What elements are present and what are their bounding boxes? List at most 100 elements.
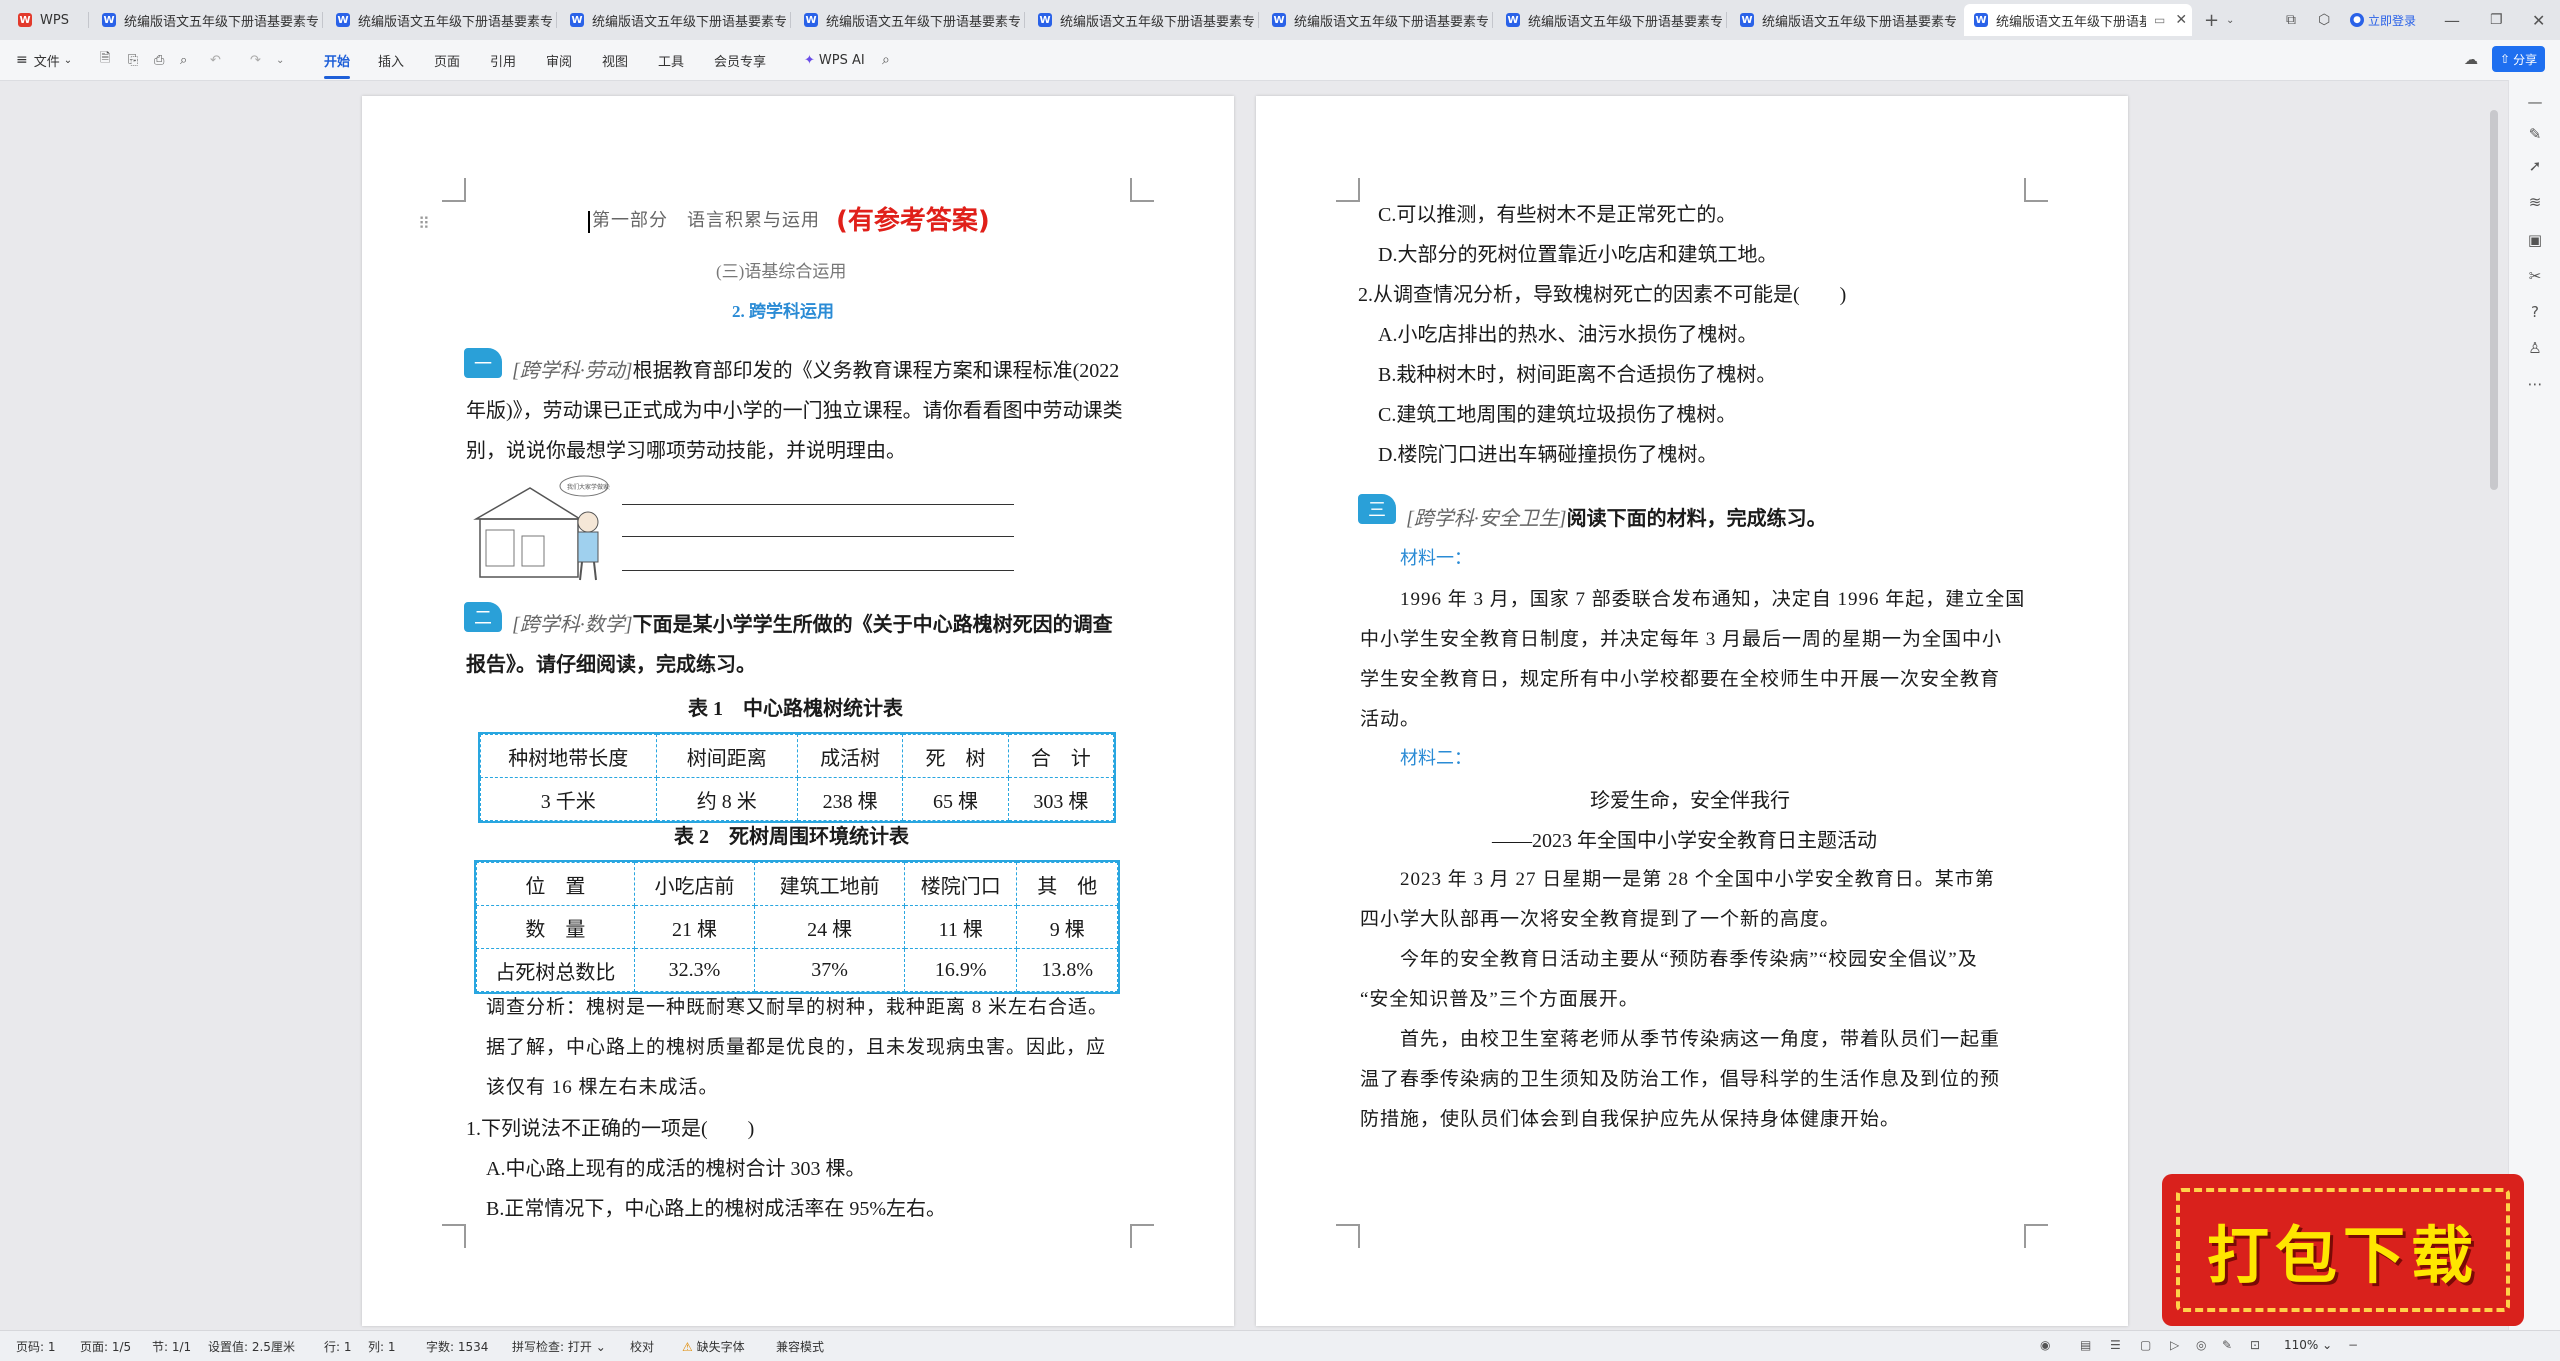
status-section[interactable]: 节: 1/1 bbox=[152, 1338, 191, 1355]
menu-member[interactable]: 会员专享 bbox=[714, 40, 766, 80]
paragraph-line: 四小学大队部再一次将安全教育提到了一个新的高度。 bbox=[1360, 909, 1841, 930]
menu-label: 视图 bbox=[602, 54, 629, 70]
menu-page[interactable]: 页面 bbox=[434, 40, 460, 80]
drag-handle-icon[interactable]: ⠿ bbox=[418, 214, 430, 233]
material-line: 中小学生安全教育日制度，并决定每年 3 月最后一周的星期一为全国中小 bbox=[1360, 629, 2003, 650]
doc-tab[interactable]: W 统编版语文五年级下册语基要素专练 bbox=[326, 4, 552, 36]
menu-start[interactable]: 开始 bbox=[324, 40, 350, 80]
menu-reference[interactable]: 引用 bbox=[490, 40, 516, 80]
zoom-label: 110% bbox=[2284, 1338, 2319, 1352]
section-heading: 2. 跨学科运用 bbox=[732, 302, 834, 321]
status-missing-font[interactable]: ⚠ 缺失字体 bbox=[682, 1338, 745, 1355]
more-icon[interactable]: ⋯ bbox=[2525, 374, 2545, 394]
cloud-icon[interactable]: ☁ bbox=[2464, 40, 2478, 80]
ai-label: WPS AI bbox=[818, 52, 865, 68]
table-cell: 合 计 bbox=[1007, 734, 1115, 778]
table-row: 占死树总数比 32.3% 37% 16.9% 13.8% bbox=[476, 948, 1118, 992]
option-a: A.中心路上现有的成活的槐树合计 303 棵。 bbox=[486, 1158, 866, 1180]
pen-icon[interactable]: ✎ bbox=[2525, 124, 2545, 144]
help-icon[interactable]: ? bbox=[2525, 302, 2545, 322]
image-icon[interactable]: ▣ bbox=[2525, 230, 2545, 250]
select-icon[interactable]: ➚ bbox=[2525, 156, 2545, 176]
read-mode-icon[interactable]: ▢ bbox=[2140, 1338, 2151, 1352]
status-setting-value[interactable]: 设置值: 2.5厘米 bbox=[208, 1338, 295, 1355]
zoom-out-icon[interactable]: − bbox=[2348, 1338, 2358, 1352]
ribbon-toolbar: ≡ 文件 ⌄ 🗎 ⎘ ⎙ ⌕ ↶ ↷ ⌄ 开始 插入 页面 引用 审阅 视图 工… bbox=[0, 40, 2560, 81]
doc-tab[interactable]: W 统编版语文五年级下册语基要素专练 bbox=[1496, 4, 1722, 36]
wps-ai-button[interactable]: ✦ WPS AI bbox=[804, 40, 865, 80]
status-proofread[interactable]: 校对 bbox=[630, 1338, 654, 1355]
chevron-down-icon: ⌄ bbox=[595, 1340, 606, 1354]
answer-line[interactable] bbox=[622, 570, 1014, 571]
tools-icon[interactable]: ✂ bbox=[2525, 266, 2545, 286]
article-title: 珍爱生命，安全伴我行 bbox=[1590, 790, 1790, 812]
minimize-icon[interactable]: — bbox=[2444, 0, 2460, 40]
status-row[interactable]: 行: 1 bbox=[324, 1338, 352, 1355]
new-tab-icon[interactable]: + bbox=[2204, 0, 2219, 40]
material-1-label: 材料一： bbox=[1400, 548, 1472, 569]
window-layout-icon[interactable]: ⧉ bbox=[2286, 0, 2296, 40]
print-preview-icon[interactable]: ⌕ bbox=[180, 40, 187, 80]
sub-question-1: 1.下列说法不正确的一项是( ) bbox=[466, 1118, 755, 1140]
file-menu[interactable]: ≡ 文件 ⌄ bbox=[16, 40, 72, 80]
material-2-label: 材料二： bbox=[1400, 748, 1472, 769]
status-page-number[interactable]: 页码: 1 bbox=[16, 1338, 56, 1355]
doc-tab[interactable]: W 统编版语文五年级下册语基要素专练 bbox=[560, 4, 786, 36]
doc-tab[interactable]: W 统编版语文五年级下册语基要素专练 bbox=[1028, 4, 1254, 36]
menu-view[interactable]: 视图 bbox=[602, 40, 628, 80]
spell-label: 拼写检查: 打开 bbox=[512, 1340, 592, 1354]
share-button[interactable]: ⇧ 分享 bbox=[2492, 46, 2546, 72]
q2-line-2: 报告》。请仔细阅读，完成练习。 bbox=[466, 654, 756, 676]
login-button[interactable]: ● 立即登录 bbox=[2350, 0, 2416, 40]
menu-insert[interactable]: 插入 bbox=[378, 40, 404, 80]
doc-tab[interactable]: W 统编版语文五年级下册语基要素专练 bbox=[1262, 4, 1488, 36]
section-subtitle: (三)语基综合运用 bbox=[716, 262, 847, 281]
status-spell-check[interactable]: 拼写检查: 打开 ⌄ bbox=[512, 1338, 606, 1355]
close-tab-icon[interactable]: ✕ bbox=[2175, 12, 2187, 28]
undo-icon[interactable]: ↶ bbox=[210, 40, 221, 80]
chevron-down-icon[interactable]: ⌄ bbox=[2226, 0, 2234, 40]
page-view-icon[interactable]: ▤ bbox=[2080, 1338, 2091, 1352]
collapse-icon[interactable]: — bbox=[2525, 92, 2545, 112]
print-icon[interactable]: ⎙ bbox=[154, 40, 164, 80]
package-download-banner[interactable]: 打包下载 bbox=[2162, 1174, 2524, 1326]
analysis-line: 调查分析：槐树是一种既耐寒又耐旱的树种，栽种距离 8 米左右合适。 bbox=[486, 997, 1109, 1018]
outline-view-icon[interactable]: ☰ bbox=[2110, 1338, 2121, 1352]
doc-tab[interactable]: W 统编版语文五年级下册语基要素专练 bbox=[794, 4, 1020, 36]
status-col[interactable]: 列: 1 bbox=[368, 1338, 396, 1355]
fit-page-icon[interactable]: ⊡ bbox=[2250, 1338, 2260, 1352]
save-icon[interactable]: 🗎 bbox=[100, 40, 110, 80]
table-cell: 位 置 bbox=[476, 862, 635, 906]
missing-font-label: 缺失字体 bbox=[696, 1340, 745, 1354]
status-word-count[interactable]: 字数: 1534 bbox=[426, 1338, 488, 1355]
search-icon[interactable]: ⌕ bbox=[882, 40, 890, 80]
pen-icon[interactable]: ✎ bbox=[2222, 1338, 2232, 1352]
skin-icon[interactable]: ⬡ bbox=[2318, 0, 2330, 40]
redo-icon[interactable]: ↷ bbox=[250, 40, 261, 80]
monitor-icon[interactable]: ▭ bbox=[2154, 13, 2165, 27]
menu-tools[interactable]: 工具 bbox=[658, 40, 684, 80]
shirt-icon[interactable]: ♙ bbox=[2525, 338, 2545, 358]
margin-corner-mark bbox=[2024, 1224, 2048, 1248]
menu-review[interactable]: 审阅 bbox=[546, 40, 572, 80]
doc-tab[interactable]: W 统编版语文五年级下册语基要素专练 bbox=[92, 4, 318, 36]
doc-tab[interactable]: W 统编版语文五年级下册语基要素专练 bbox=[1730, 4, 1956, 36]
restore-icon[interactable]: ❐ bbox=[2490, 0, 2503, 40]
word-doc-icon: W bbox=[1038, 13, 1052, 27]
adjust-icon[interactable]: ≋ bbox=[2525, 192, 2545, 212]
eye-protect-icon[interactable]: ◉ bbox=[2040, 1338, 2050, 1352]
play-icon[interactable]: ▷ bbox=[2170, 1338, 2179, 1352]
vertical-scrollbar[interactable] bbox=[2490, 110, 2498, 490]
status-pages[interactable]: 页面: 1/5 bbox=[80, 1338, 131, 1355]
chevron-down-icon[interactable]: ⌄ bbox=[276, 40, 284, 80]
doc-tab-active[interactable]: W 统编版语文五年级下册语基要 ▭ ✕ bbox=[1964, 4, 2192, 36]
close-window-icon[interactable]: ✕ bbox=[2532, 0, 2545, 40]
table-cell: 21 棵 bbox=[633, 905, 756, 949]
tab-wps-home[interactable]: W WPS bbox=[8, 4, 78, 36]
answer-line[interactable] bbox=[622, 504, 1014, 505]
export-icon[interactable]: ⎘ bbox=[128, 40, 138, 80]
answer-line[interactable] bbox=[622, 536, 1014, 537]
zoom-level[interactable]: 110% ⌄ bbox=[2284, 1338, 2332, 1352]
option-a: A.小吃店排出的热水、油污水损伤了槐树。 bbox=[1378, 324, 1758, 346]
web-view-icon[interactable]: ◎ bbox=[2196, 1338, 2206, 1352]
